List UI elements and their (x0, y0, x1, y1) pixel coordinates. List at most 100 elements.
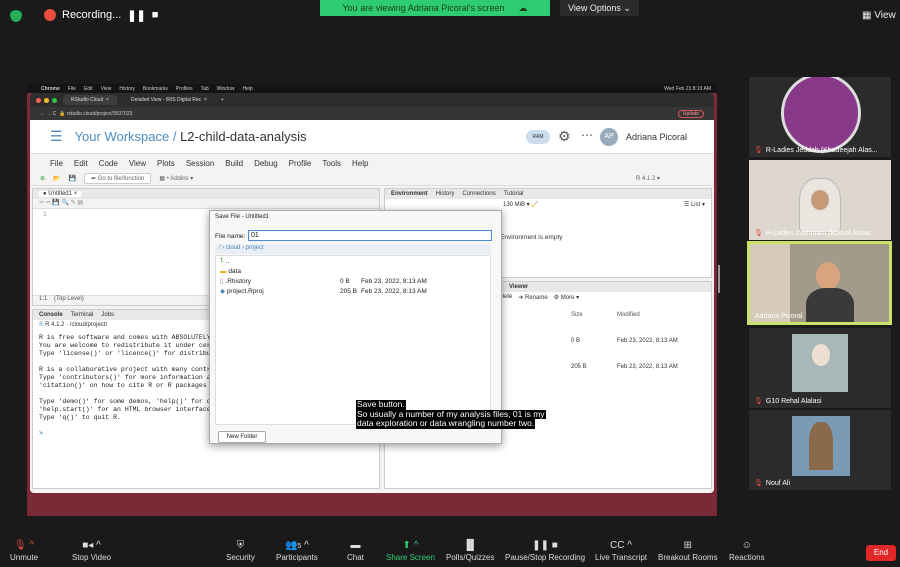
mac-clock: Wed Feb 23 8:19 AM (664, 85, 711, 92)
workspace-breadcrumb[interactable]: Your Workspace / L2-child-data-analysis (75, 129, 307, 144)
tab-console[interactable]: Console (39, 312, 63, 318)
list-view-toggle[interactable]: ☰ List ▾ (684, 201, 705, 208)
participant-tile-active[interactable]: Adriana Picoral (747, 241, 892, 325)
security-button[interactable]: ⛨ Security (226, 540, 255, 562)
menu-tools[interactable]: Tools (322, 159, 341, 168)
browser-tabs: RStudio Cloud × Detailed View - IRIS Dig… (30, 93, 714, 107)
console-path-text: R 4.1.2 · /cloud/project/ (45, 322, 108, 328)
hamburger-icon[interactable]: ☰ (50, 128, 63, 145)
share-screen-button[interactable]: ⬆ ^ Share Screen (386, 540, 435, 562)
tab-terminal[interactable]: Terminal (71, 312, 94, 318)
view-button[interactable]: ▦ View (862, 10, 896, 21)
participant-tile[interactable]: 🎙 Nouf Ali (749, 410, 891, 490)
end-button[interactable]: End (866, 545, 896, 561)
recording-indicator[interactable]: Recording... ❚❚ ■ (38, 6, 164, 24)
rstudio-cloud-header: ☰ Your Workspace / L2-child-data-analysi… (30, 120, 714, 154)
memory-usage[interactable]: 130 MiB ▾ 🧹 ☰ List ▾ (385, 199, 711, 208)
list-item[interactable]: ◆ project.Rproj 205 B Feb 23, 2022, 8:13 A… (216, 286, 490, 296)
participant-tile[interactable]: 🎙 R-Ladies Dammam (Batool Almar... (749, 160, 891, 240)
ram-indicator[interactable]: RAM (526, 130, 550, 144)
col-size[interactable]: Size (571, 312, 583, 318)
col-modified[interactable]: Modified (617, 312, 640, 318)
mic-muted-icon: 🎙 ^ (13, 540, 35, 551)
participant-tile[interactable]: 🎙 G10 Rehal Alalasi (749, 328, 891, 408)
polls-label: Polls/Quizzes (446, 553, 495, 562)
gear-icon[interactable]: ⚙ (558, 128, 571, 145)
tab-history[interactable]: History (436, 191, 455, 197)
tab-viewer[interactable]: Viewer (509, 284, 528, 290)
list-item[interactable]: ⮤ .. (216, 256, 490, 266)
file-name-input[interactable]: 01 (248, 230, 492, 241)
address-bar[interactable]: ← → C 🔒 rstudio.cloud/project/3637023 Up… (30, 107, 714, 120)
reactions-button[interactable]: ☺ Reactions (729, 540, 765, 562)
menu-edit[interactable]: Edit (74, 159, 88, 168)
tab-label: Detailed View - IRIS Digital Rec (130, 97, 202, 103)
cloud-icon: ☁ (518, 2, 528, 13)
menu-view[interactable]: View (129, 159, 146, 168)
goto-file-input[interactable]: ➦ Go to file/function (84, 173, 152, 184)
view-options-button[interactable]: View Options ⌄ (560, 0, 639, 16)
stop-video-button[interactable]: ■◂ ^ Stop Video (72, 540, 111, 562)
editor-toolbar[interactable]: ⇦ ⇨ 💾 🔍 ✎ ▤ (33, 199, 379, 209)
tab-iris[interactable]: Detailed View - IRIS Digital Rec × (122, 95, 215, 105)
list-item[interactable]: ▬ data (216, 266, 490, 276)
participants-button[interactable]: 👥5 ^ Participants (276, 540, 318, 562)
file-size: 0 B (571, 338, 581, 344)
menu-profile[interactable]: Profile (289, 159, 312, 168)
chat-button[interactable]: ▬ Chat (347, 540, 364, 562)
tree-image (809, 422, 833, 470)
tab-tutorial[interactable]: Tutorial (504, 191, 524, 197)
more-button[interactable]: ⚙ More ▾ (554, 294, 579, 301)
tab-jobs[interactable]: Jobs (101, 312, 114, 318)
list-item[interactable]: ▯ .Rhistory 0 B Feb 23, 2022, 8:13 AM (216, 276, 490, 286)
breakout-icon: ⊞ (683, 540, 692, 551)
mac-menu-2: Edit (83, 85, 93, 92)
menu-plots[interactable]: Plots (157, 159, 175, 168)
dialog-breadcrumb[interactable]: / › cloud › project (215, 244, 491, 254)
save-icon[interactable]: 💾 (69, 175, 76, 182)
addins-button[interactable]: ▦ • Addins ▾ (159, 175, 193, 182)
open-file-icon[interactable]: 📂 (53, 175, 60, 182)
breakout-rooms-button[interactable]: ⊞ Breakout Rooms (658, 540, 718, 562)
view-options-label: View Options (568, 3, 621, 13)
file-size: 205 B (340, 287, 357, 295)
update-button[interactable]: Update (677, 109, 704, 118)
new-file-icon[interactable]: ⊕ (40, 175, 45, 182)
menu-build[interactable]: Build (225, 159, 243, 168)
polls-button[interactable]: ▐▌ Polls/Quizzes (446, 540, 494, 562)
live-transcript-button[interactable]: CC ^ Live Transcript (595, 540, 647, 562)
editor-tab[interactable]: ● Untitled1 × (39, 191, 82, 197)
scope-selector[interactable]: (Top Level) (54, 296, 84, 302)
goto-placeholder: Go to file/function (97, 176, 145, 182)
pause-icon[interactable]: ❚❚ (127, 9, 145, 22)
split-handle[interactable] (718, 265, 720, 293)
pause-recording-button[interactable]: ❚❚ ■ Pause/Stop Recording (505, 540, 585, 562)
rename-button[interactable]: ➔ Rename (518, 294, 547, 301)
tab-rstudio-cloud[interactable]: RStudio Cloud × (63, 95, 117, 105)
nav-icons[interactable]: ← → C 🔒 (40, 111, 67, 117)
file-name: project.Rproj (226, 287, 264, 295)
menu-file[interactable]: File (50, 159, 63, 168)
new-tab-icon[interactable]: + (221, 97, 224, 103)
menu-session[interactable]: Session (186, 159, 214, 168)
new-folder-button[interactable]: New Folder (218, 431, 266, 443)
r-version[interactable]: R 4.1.2 ▾ (636, 175, 660, 182)
stop-icon[interactable]: ■ (152, 9, 159, 21)
more-icon[interactable]: ⋯ (581, 128, 593, 142)
env-tabs: Environment History Connections Tutorial (385, 189, 711, 199)
menu-help[interactable]: Help (352, 159, 368, 168)
unmute-button[interactable]: 🎙 ^ Unmute (10, 540, 38, 562)
avatar[interactable]: AP (600, 128, 618, 146)
caption-line: data exploration or data wrangling numbe… (356, 418, 536, 429)
rproj-icon: ◆ (220, 288, 225, 295)
tab-connections[interactable]: Connections (462, 191, 495, 197)
editor-tab-label: Untitled1 (48, 191, 72, 197)
recording-icon (44, 9, 56, 21)
window-controls[interactable] (36, 97, 57, 103)
mac-menu-6: Profiles (175, 85, 193, 92)
tab-environment[interactable]: Environment (391, 191, 428, 197)
menu-code[interactable]: Code (99, 159, 118, 168)
participant-tile[interactable]: 🎙 R-Ladies Jeddah (Khadeejah Alas... (749, 77, 891, 157)
menu-debug[interactable]: Debug (254, 159, 278, 168)
breakout-rooms-label: Breakout Rooms (658, 553, 718, 562)
